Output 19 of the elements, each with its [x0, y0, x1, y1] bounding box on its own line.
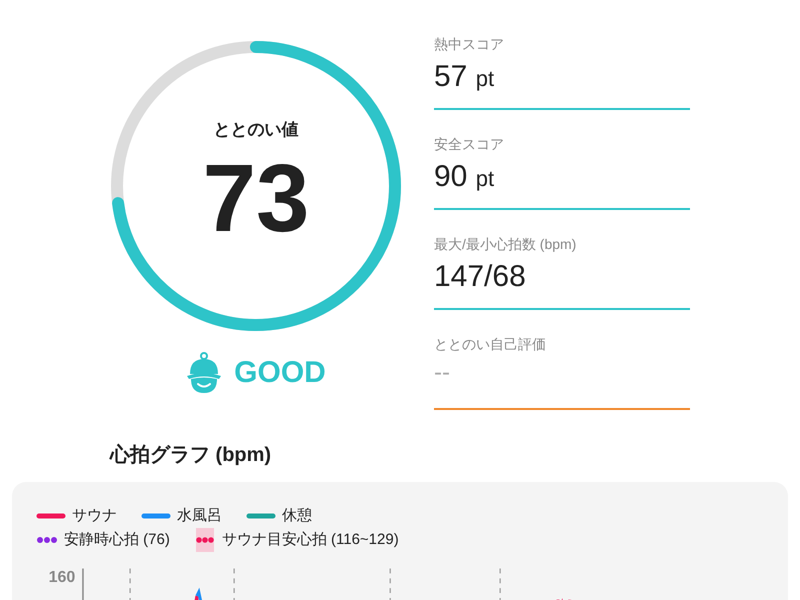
legend-label: 安静時心拍 (76): [64, 530, 170, 550]
legend-label: 休憩: [282, 506, 312, 526]
legend-label: サウナ目安心拍 (116~129): [222, 530, 399, 550]
cap-mascot-icon: [186, 352, 222, 394]
metric-value: 57 pt: [434, 59, 496, 95]
metric-label: 最大/最小心拍数 (bpm): [434, 235, 578, 254]
score-label: ととのい値: [214, 119, 298, 142]
chart-title: 心拍グラフ (bpm): [110, 442, 272, 468]
metric-value: --: [434, 359, 451, 388]
axis-tick-label: 160: [48, 568, 76, 588]
metric-value: 147/68: [434, 259, 527, 295]
metric-label: 安全スコア: [434, 135, 505, 154]
legend-label: 水風呂: [177, 506, 222, 526]
rating-text: GOOD: [234, 355, 326, 391]
score-value: 73: [202, 150, 310, 247]
metric-label: ととのい自己評価: [434, 335, 547, 354]
metric-label: 熱中スコア: [434, 35, 505, 54]
metric-value: 90 pt: [434, 159, 496, 195]
legend-label: サウナ: [72, 506, 117, 526]
